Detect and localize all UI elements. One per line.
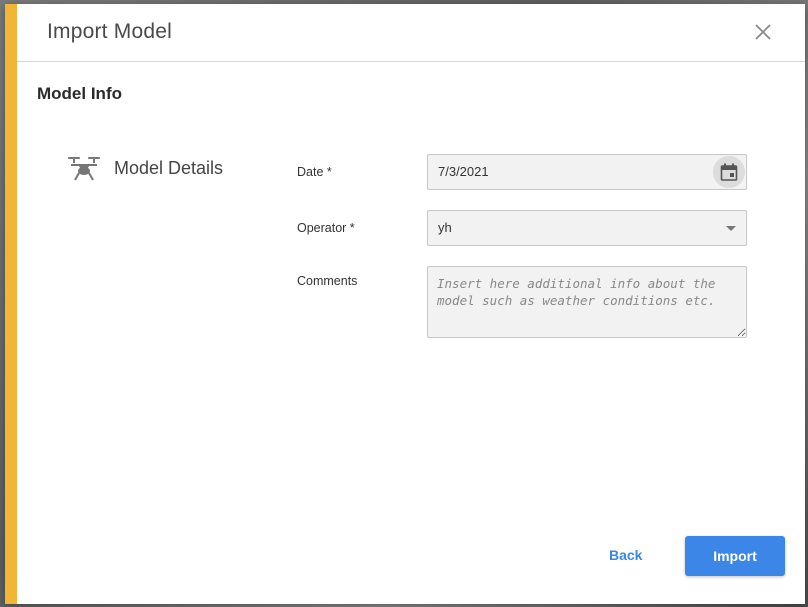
calendar-icon — [720, 163, 738, 181]
date-label: Date * — [297, 165, 332, 179]
chevron-down-icon — [726, 226, 736, 231]
dialog-title: Import Model — [47, 20, 172, 43]
drone-icon — [68, 157, 100, 181]
import-model-dialog: Import Model Model Info Model Details Da… — [5, 4, 805, 604]
close-button[interactable] — [751, 20, 775, 44]
import-button[interactable]: Import — [685, 536, 785, 576]
model-details-heading: Model Details — [67, 154, 223, 182]
comments-label: Comments — [297, 274, 358, 288]
date-value: 7/3/2021 — [438, 164, 489, 179]
calendar-button[interactable] — [713, 156, 745, 188]
operator-select[interactable]: yh — [427, 210, 747, 246]
date-field[interactable]: 7/3/2021 — [427, 154, 747, 190]
operator-label: Operator * — [297, 221, 355, 235]
comments-textarea[interactable] — [427, 266, 747, 338]
operator-value: yh — [438, 220, 452, 235]
dialog-header: Import Model — [17, 4, 805, 62]
back-button[interactable]: Back — [609, 547, 642, 563]
section-title: Model Info — [37, 84, 122, 103]
close-icon — [755, 24, 771, 40]
model-details-label: Model Details — [114, 157, 224, 178]
